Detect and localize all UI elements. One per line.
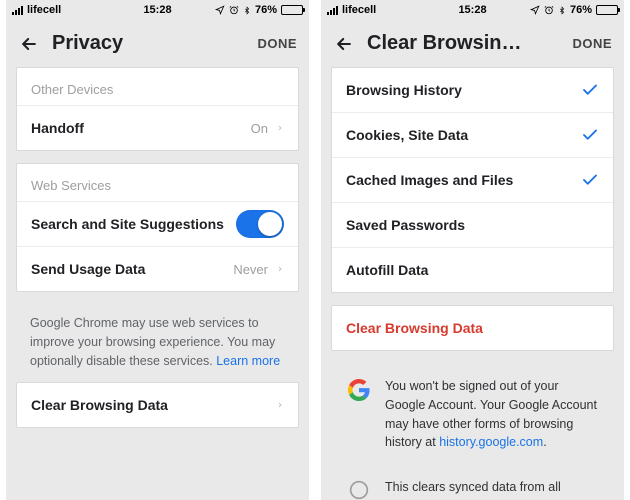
sync-icon (345, 478, 373, 500)
row-label: Saved Passwords (346, 217, 599, 233)
status-bar: lifecell 15:28 76% (6, 0, 309, 20)
signal-icon (327, 6, 338, 15)
nav-bar: Clear Browsin… DONE (321, 20, 624, 67)
back-arrow-icon (19, 34, 39, 54)
chevron-right-icon (276, 398, 284, 412)
page-title: Clear Browsin… (367, 32, 564, 55)
carrier-label: lifecell (342, 4, 376, 16)
screen-clear-browsing: lifecell 15:28 76% Clear Browsin… DONE B… (321, 0, 624, 500)
row-value: On (251, 121, 268, 136)
toggle-suggestions[interactable] (236, 210, 284, 238)
row-handoff[interactable]: Handoff On (17, 105, 298, 150)
chevron-right-icon (276, 121, 284, 135)
page-title: Privacy (52, 32, 249, 55)
check-icon (581, 171, 599, 189)
alarm-icon (229, 5, 239, 15)
battery-icon (596, 5, 618, 15)
row-suggestions[interactable]: Search and Site Suggestions (17, 201, 298, 246)
section-header-web-services: Web Services (17, 164, 298, 201)
clock: 15:28 (143, 4, 171, 16)
check-icon (581, 126, 599, 144)
row-label: Autofill Data (346, 262, 599, 278)
section-header-other-devices: Other Devices (17, 68, 298, 105)
row-clear-browsing-data[interactable]: Clear Browsing Data (17, 383, 298, 427)
done-button[interactable]: DONE (257, 36, 297, 51)
row-cached[interactable]: Cached Images and Files (332, 157, 613, 202)
clear-browsing-data-button[interactable]: Clear Browsing Data (332, 306, 613, 350)
nav-bar: Privacy DONE (6, 20, 309, 67)
web-services-disclaimer: Google Chrome may use web services to im… (16, 304, 299, 370)
battery-pct: 76% (255, 4, 277, 16)
row-label: Clear Browsing Data (31, 397, 276, 413)
section-clear-browsing: Clear Browsing Data (16, 382, 299, 428)
row-usage-data[interactable]: Send Usage Data Never (17, 246, 298, 291)
history-google-link[interactable]: history.google.com (439, 435, 543, 449)
check-icon (581, 81, 599, 99)
battery-icon (281, 5, 303, 15)
learn-more-link[interactable]: Learn more (216, 354, 280, 368)
note-account: You won't be signed out of your Google A… (331, 363, 614, 452)
row-value: Never (233, 262, 268, 277)
battery-pct: 76% (570, 4, 592, 16)
row-label: Browsing History (346, 82, 581, 98)
row-label: Clear Browsing Data (346, 320, 599, 336)
chevron-right-icon (276, 262, 284, 276)
done-button[interactable]: DONE (572, 36, 612, 51)
back-arrow-icon (334, 34, 354, 54)
section-clear-items: Browsing History Cookies, Site Data Cach… (331, 67, 614, 293)
bluetooth-icon (243, 5, 251, 16)
location-icon (530, 5, 540, 15)
clock: 15:28 (458, 4, 486, 16)
alarm-icon (544, 5, 554, 15)
back-button[interactable] (14, 34, 44, 54)
note-sync: This clears synced data from all devices… (331, 464, 614, 500)
signal-icon (12, 6, 23, 15)
back-button[interactable] (329, 34, 359, 54)
google-g-icon (345, 377, 373, 452)
section-clear-action: Clear Browsing Data (331, 305, 614, 351)
row-label: Send Usage Data (31, 261, 233, 277)
row-label: Handoff (31, 120, 251, 136)
row-autofill[interactable]: Autofill Data (332, 247, 613, 292)
row-passwords[interactable]: Saved Passwords (332, 202, 613, 247)
section-other-devices: Other Devices Handoff On (16, 67, 299, 151)
row-label: Search and Site Suggestions (31, 216, 236, 232)
row-cookies[interactable]: Cookies, Site Data (332, 112, 613, 157)
row-label: Cookies, Site Data (346, 127, 581, 143)
bluetooth-icon (558, 5, 566, 16)
section-web-services: Web Services Search and Site Suggestions… (16, 163, 299, 292)
status-bar: lifecell 15:28 76% (321, 0, 624, 20)
location-icon (215, 5, 225, 15)
carrier-label: lifecell (27, 4, 61, 16)
row-label: Cached Images and Files (346, 172, 581, 188)
row-browsing-history[interactable]: Browsing History (332, 68, 613, 112)
screen-privacy: lifecell 15:28 76% Privacy DONE Other De… (6, 0, 309, 500)
